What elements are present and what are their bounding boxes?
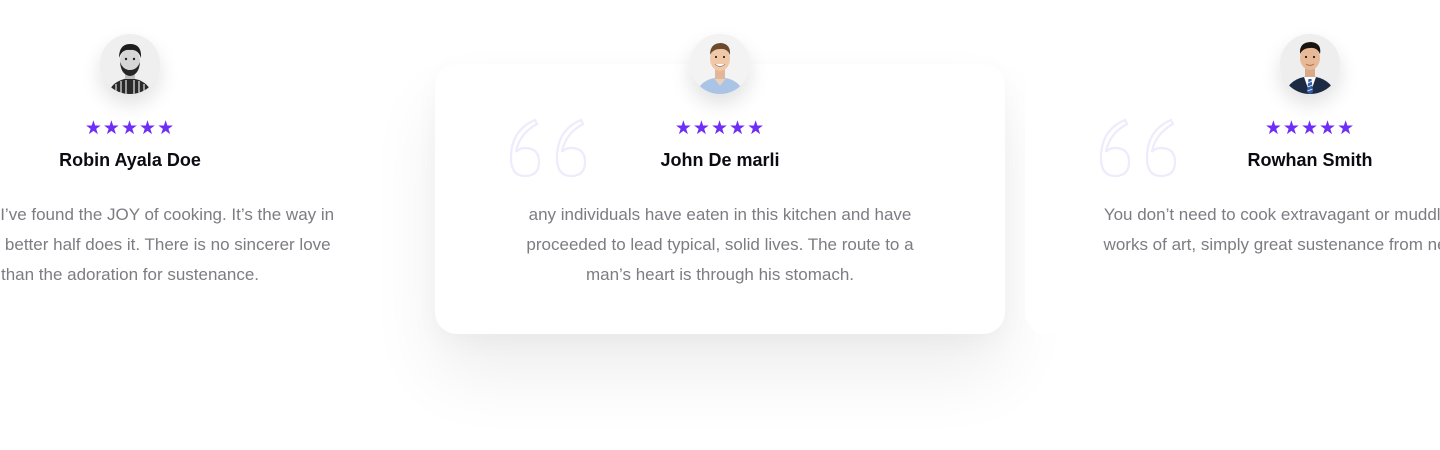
testimonial-text: You don’t need to cook extravagant or mu… (1103, 205, 1440, 254)
suited-man-avatar-icon (1280, 34, 1340, 94)
rating-stars: ★★★★★ (1025, 119, 1440, 139)
testimonial-card-active: ★★★★★ John De marli any individuals have… (435, 34, 1005, 334)
star-icon: ★ (120, 118, 140, 139)
avatar (100, 34, 160, 94)
star-icon: ★ (674, 118, 693, 139)
star-icon: ★ (139, 118, 158, 139)
smiling-man-avatar-icon (690, 34, 750, 94)
star-icon: ★ (692, 118, 711, 139)
testimonial-name: Robin Ayala Doe (59, 150, 201, 170)
testimonial-text: any individuals have eaten in this kitch… (526, 205, 914, 284)
testimonial-name: John De marli (660, 150, 780, 170)
avatar (690, 34, 750, 94)
bearded-man-avatar-icon (100, 34, 160, 94)
testimonial-card: ★★★★★ Rowhan Smith You don’t need to coo… (1025, 34, 1440, 334)
star-icon: ★ (1282, 118, 1301, 139)
star-icon: ★ (1337, 118, 1356, 139)
rating-stars: ★★★★★ (0, 119, 415, 139)
testimonial-text: Honestly, I’ve found the JOY of cooking.… (0, 205, 335, 284)
star-icon: ★ (1264, 118, 1283, 139)
star-icon: ★ (1319, 118, 1338, 139)
testimonial-card: ★★★★★ Robin Ayala Doe Honestly, I’ve fou… (0, 34, 415, 334)
star-icon: ★ (157, 118, 176, 139)
testimonial-name: Rowhan Smith (1247, 150, 1373, 170)
star-icon: ★ (710, 118, 730, 139)
rating-stars: ★★★★★ (435, 119, 1005, 139)
star-icon: ★ (84, 118, 103, 139)
star-icon: ★ (102, 118, 121, 139)
star-icon: ★ (729, 118, 748, 139)
testimonial-slider[interactable]: ★★★★★ Robin Ayala Doe Honestly, I’ve fou… (0, 0, 1440, 450)
star-icon: ★ (747, 118, 766, 139)
avatar (1280, 34, 1340, 94)
star-icon: ★ (1300, 118, 1320, 139)
